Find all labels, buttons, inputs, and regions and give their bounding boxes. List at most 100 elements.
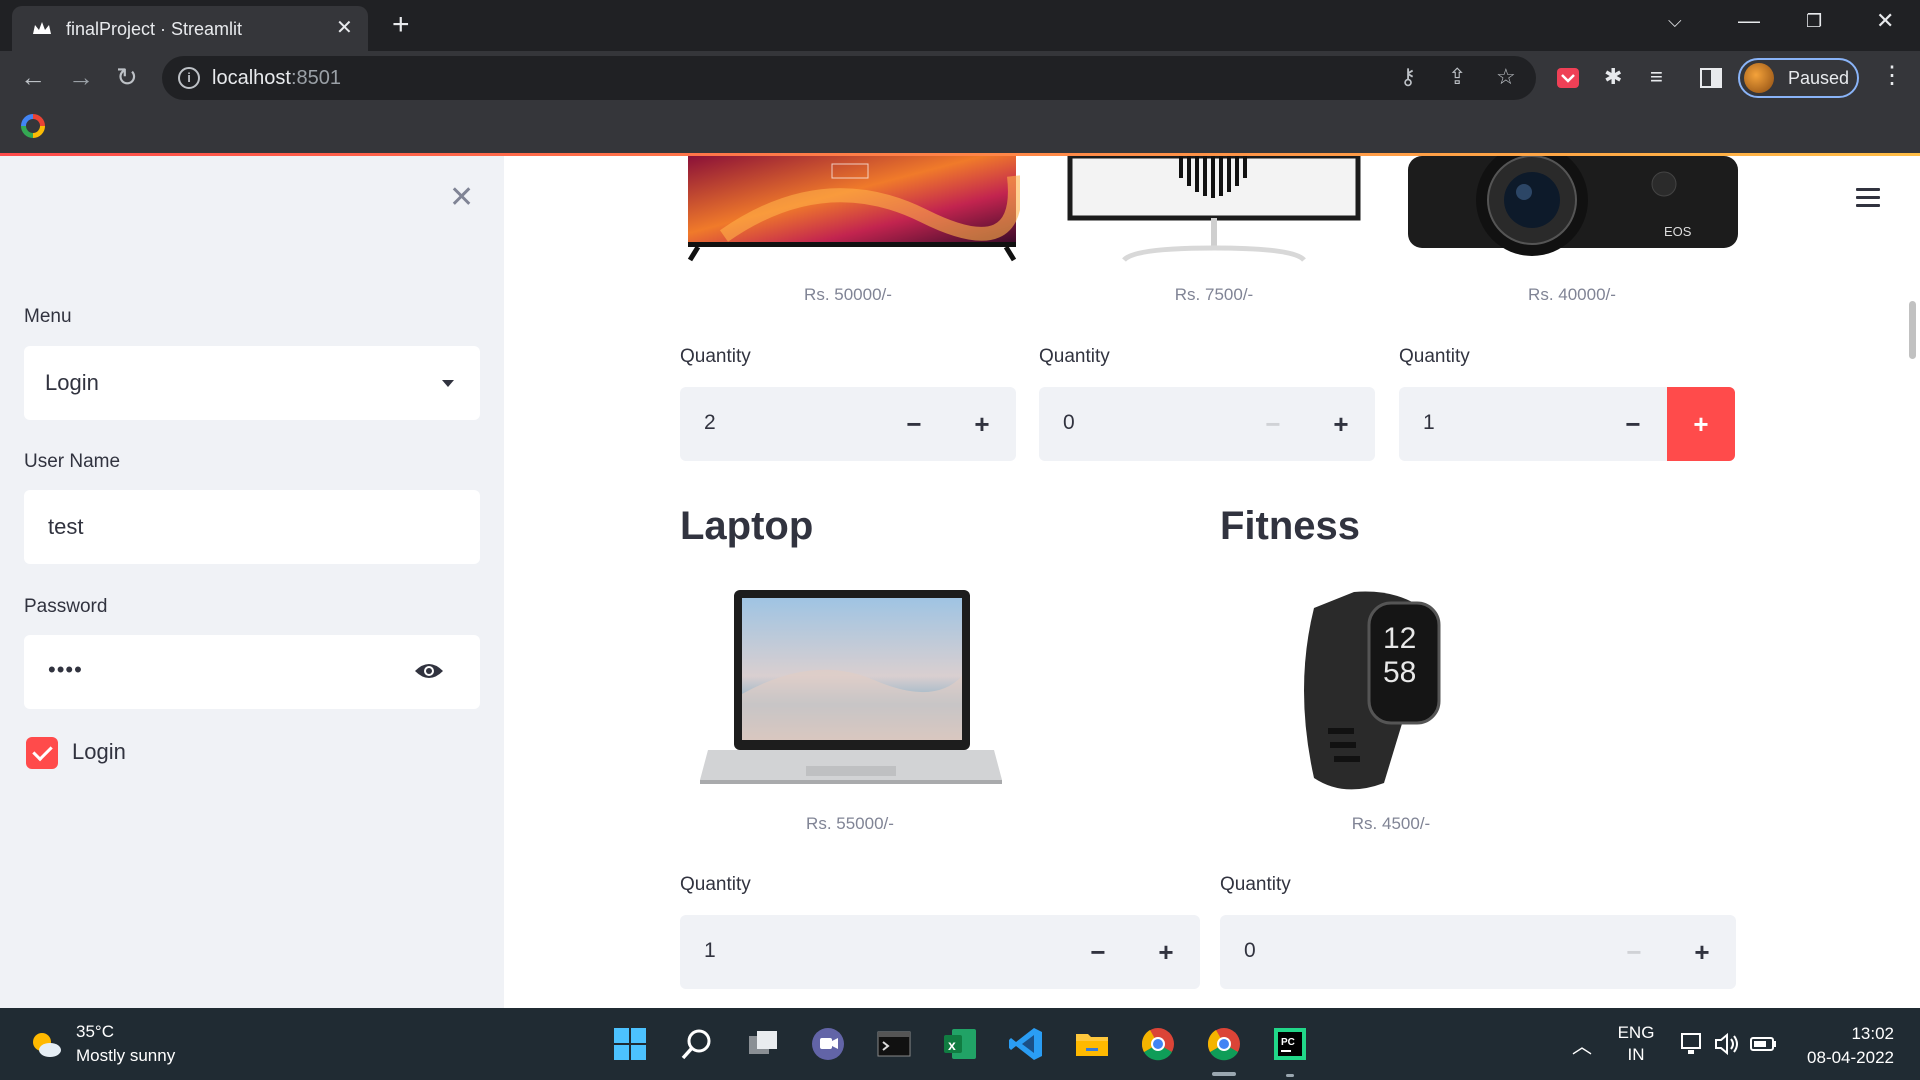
close-sidebar-icon[interactable]: ✕: [449, 183, 474, 213]
task-view-icon[interactable]: [745, 1026, 781, 1062]
browser-tab[interactable]: finalProject · Streamlit ✕: [12, 6, 368, 51]
chevron-up-icon[interactable]: ︿: [1572, 1030, 1592, 1059]
camera-price: Rs. 40000/-: [1528, 285, 1616, 304]
svg-text:58: 58: [1383, 656, 1416, 689]
clock-date: 08-04-2022: [1807, 1048, 1894, 1067]
tv-decrement-button[interactable]: −: [880, 387, 948, 461]
close-tab-icon[interactable]: ✕: [336, 18, 353, 38]
fitness-quantity-label: Quantity: [1220, 874, 1291, 895]
vscode-icon[interactable]: [1008, 1026, 1044, 1062]
close-window-icon[interactable]: ✕: [1876, 10, 1894, 32]
username-label: User Name: [24, 451, 121, 472]
fitness-increment-button[interactable]: +: [1668, 915, 1736, 989]
laptop-price: Rs. 55000/-: [806, 814, 894, 833]
search-icon[interactable]: [679, 1026, 715, 1062]
camera-quantity-stepper[interactable]: 1 − +: [1399, 387, 1735, 461]
chrome-icon[interactable]: [1140, 1026, 1176, 1062]
pocket-extension-icon[interactable]: [1556, 66, 1580, 90]
back-icon[interactable]: ←: [20, 64, 46, 90]
camera-increment-button[interactable]: +: [1667, 387, 1735, 461]
laptop-decrement-button[interactable]: −: [1064, 915, 1132, 989]
monitor-price: Rs. 7500/-: [1174, 285, 1254, 304]
profile-status: Paused: [1788, 68, 1850, 88]
show-password-eye-icon[interactable]: [414, 661, 444, 681]
laptop-quantity-stepper[interactable]: 1 − +: [680, 915, 1200, 989]
laptop-quantity-label: Quantity: [680, 874, 751, 895]
password-label: Password: [24, 596, 108, 617]
svg-text:12: 12: [1383, 622, 1416, 655]
camera-image: EOS: [1402, 156, 1742, 266]
weather-condition[interactable]: Mostly sunny: [76, 1046, 175, 1066]
tv-increment-button[interactable]: +: [948, 387, 1016, 461]
fitness-quantity-stepper[interactable]: 0 − +: [1220, 915, 1736, 989]
hamburger-menu-icon[interactable]: [1856, 188, 1880, 208]
login-checkbox[interactable]: [26, 737, 58, 769]
taskbar: 35°C Mostly sunny x PC ︿ ENG IN 13:02 08…: [0, 1008, 1920, 1080]
page-scrollbar[interactable]: [1909, 301, 1916, 359]
menu-select[interactable]: Login: [24, 346, 480, 420]
tv-quantity-value[interactable]: 2: [704, 411, 716, 435]
bookmark-star-icon[interactable]: ☆: [1496, 66, 1516, 88]
active-app-indicator: [1212, 1072, 1236, 1076]
browser-menu-icon[interactable]: ⋮: [1880, 64, 1904, 88]
site-info-icon[interactable]: i: [178, 67, 200, 89]
menu-select-value: Login: [45, 370, 99, 395]
extensions-puzzle-icon[interactable]: ✱: [1604, 66, 1622, 88]
fitness-quantity-value[interactable]: 0: [1244, 939, 1256, 963]
tv-price: Rs. 50000/-: [804, 285, 892, 304]
side-panel-icon[interactable]: [1700, 68, 1722, 88]
tab-search-chevron-icon[interactable]: ⌵: [1668, 10, 1682, 32]
address-bar[interactable]: i localhost:8501: [162, 56, 1536, 100]
laptop-increment-button[interactable]: +: [1132, 915, 1200, 989]
password-field[interactable]: ••••: [24, 635, 480, 709]
monitor-quantity-stepper[interactable]: 0 − +: [1039, 387, 1375, 461]
system-clock[interactable]: 13:02 08-04-2022: [1790, 1022, 1894, 1070]
excel-icon[interactable]: x: [942, 1026, 978, 1062]
minimize-icon[interactable]: —: [1738, 10, 1760, 32]
clock-time: 13:02: [1851, 1024, 1894, 1043]
network-icon[interactable]: [1680, 1032, 1706, 1056]
running-app-indicator: [1286, 1074, 1294, 1077]
username-value: test: [48, 514, 84, 539]
media-queue-icon[interactable]: ≡: [1650, 66, 1663, 88]
reload-icon[interactable]: ↻: [116, 64, 138, 90]
profile-avatar: [1744, 63, 1774, 93]
monitor-increment-button[interactable]: +: [1307, 387, 1375, 461]
windows-start-icon[interactable]: [612, 1026, 648, 1062]
language-indicator[interactable]: ENG IN: [1614, 1022, 1658, 1066]
username-field[interactable]: test: [24, 490, 480, 564]
battery-icon[interactable]: [1750, 1036, 1778, 1052]
forward-icon[interactable]: →: [68, 64, 94, 90]
svg-text:EOS: EOS: [1664, 224, 1692, 239]
fitness-heading: Fitness: [1220, 504, 1361, 548]
share-icon[interactable]: ⇪: [1448, 66, 1466, 88]
laptop-quantity-value[interactable]: 1: [704, 939, 716, 963]
streamlit-crown-icon: [33, 22, 51, 34]
pycharm-icon[interactable]: PC: [1272, 1026, 1308, 1062]
monitor-decrement-button[interactable]: −: [1239, 387, 1307, 461]
tv-quantity-label: Quantity: [680, 346, 751, 367]
weather-sun-cloud-icon[interactable]: [30, 1030, 62, 1058]
volume-icon[interactable]: [1714, 1032, 1740, 1056]
fitness-decrement-button[interactable]: −: [1600, 915, 1668, 989]
monitor-quantity-value[interactable]: 0: [1063, 411, 1075, 435]
camera-decrement-button[interactable]: −: [1599, 387, 1667, 461]
new-tab-icon[interactable]: +: [392, 10, 410, 40]
chrome-active-icon[interactable]: [1206, 1026, 1242, 1062]
tv-image: [684, 156, 1020, 266]
restore-icon[interactable]: ❐: [1806, 10, 1822, 32]
key-icon[interactable]: ⚷: [1400, 66, 1416, 88]
file-explorer-icon[interactable]: [1074, 1026, 1110, 1062]
chat-icon[interactable]: [810, 1026, 846, 1062]
weather-temperature[interactable]: 35°C: [76, 1022, 114, 1042]
terminal-icon[interactable]: [876, 1026, 912, 1062]
browser-titlebar: finalProject · Streamlit ✕ + ⌵ — ❐ ✕: [0, 0, 1920, 51]
tv-quantity-stepper[interactable]: 2 − +: [680, 387, 1016, 461]
google-bookmark-icon[interactable]: [21, 114, 45, 138]
svg-text:PC: PC: [1281, 1037, 1295, 1048]
profile-button[interactable]: Paused: [1738, 58, 1859, 98]
language-code: ENG: [1617, 1023, 1655, 1042]
menu-label: Menu: [24, 306, 72, 327]
url-text: localhost:8501: [212, 67, 341, 89]
camera-quantity-value[interactable]: 1: [1423, 411, 1435, 435]
